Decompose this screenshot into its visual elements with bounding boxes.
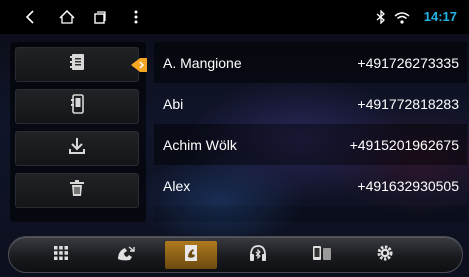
phone-contacts-button[interactable]	[15, 89, 139, 124]
status-bar: 14:17	[0, 0, 469, 34]
delete-icon	[67, 178, 87, 203]
contact-row[interactable]: Alex +491632930505	[154, 165, 467, 206]
contacts-icon	[182, 244, 200, 267]
contact-name: Achim Wölk	[163, 136, 237, 153]
call-log-tab[interactable]	[100, 241, 152, 269]
contact-row[interactable]: Abi +491772818283	[154, 83, 467, 124]
contact-name: Alex	[163, 177, 191, 194]
bluetooth-icon	[374, 0, 388, 34]
settings-icon	[376, 244, 394, 267]
overflow-menu-icon[interactable]	[130, 0, 142, 34]
contacts-tab[interactable]	[165, 241, 217, 269]
contact-row-partial[interactable]	[154, 206, 467, 222]
contact-row[interactable]: Achim Wölk +4915201962675	[154, 124, 467, 165]
phone-contacts-icon	[67, 94, 87, 119]
dialpad-icon	[54, 245, 68, 265]
back-icon[interactable]	[22, 0, 38, 34]
phone-link-icon	[312, 244, 332, 267]
download-contacts-button[interactable]	[15, 131, 139, 166]
bluetooth-music-tab[interactable]	[232, 241, 284, 269]
bottom-nav-bar	[8, 236, 463, 273]
contact-phone: +491726273335	[357, 54, 459, 71]
contacts-list[interactable]: A. Mangione +491726273335 Abi +491772818…	[154, 42, 467, 222]
contact-phone: +491632930505	[357, 177, 459, 194]
settings-tab[interactable]	[359, 241, 411, 269]
delete-contacts-button[interactable]	[15, 173, 139, 208]
recent-apps-icon[interactable]	[92, 0, 108, 34]
side-action-panel	[10, 42, 147, 222]
active-indicator-icon	[131, 57, 147, 73]
contact-phone: +4915201962675	[349, 136, 459, 153]
contact-phone: +491772818283	[357, 95, 459, 112]
download-contacts-icon	[67, 136, 87, 161]
home-icon[interactable]	[56, 0, 78, 34]
dialpad-tab[interactable]	[35, 241, 87, 269]
call-log-icon	[116, 245, 136, 266]
contact-name: A. Mangione	[163, 54, 242, 71]
contacts-book-icon	[67, 52, 87, 77]
contacts-book-button[interactable]	[15, 47, 147, 82]
status-time: 14:17	[423, 9, 457, 24]
phone-link-tab[interactable]	[296, 241, 348, 269]
wifi-icon	[393, 0, 411, 34]
bluetooth-music-icon	[248, 244, 268, 267]
contact-row[interactable]: A. Mangione +491726273335	[154, 42, 467, 83]
contact-name: Abi	[163, 95, 184, 112]
